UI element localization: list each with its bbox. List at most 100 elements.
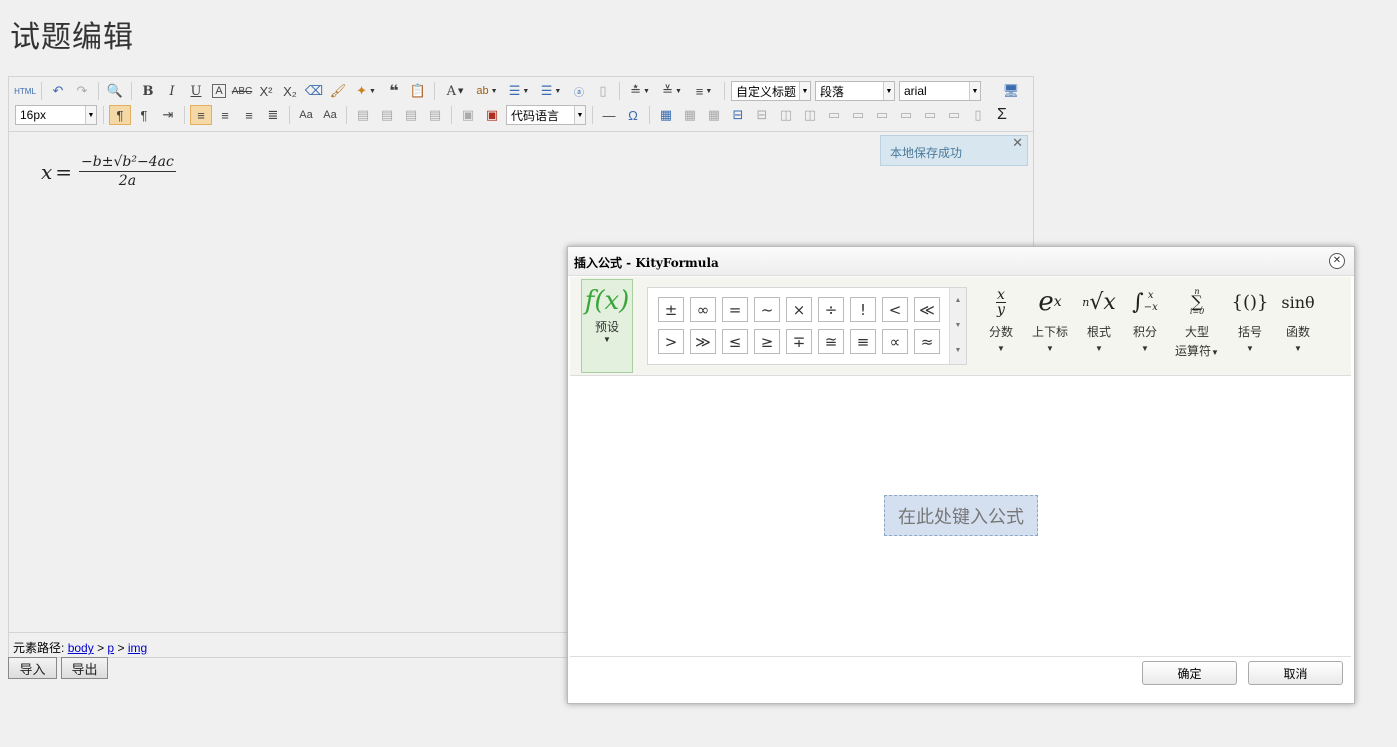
image-none-icon[interactable]: ▤: [352, 105, 374, 125]
script-category[interactable]: ex 上下标 ▼: [1027, 285, 1073, 353]
font-border-icon[interactable]: A: [212, 84, 226, 98]
font-size-select[interactable]: 16px ▼: [15, 105, 97, 125]
auto-typeset-icon[interactable]: ✦ ▼: [351, 81, 381, 101]
symbol-button[interactable]: !: [850, 297, 876, 322]
simple-image-icon[interactable]: ▣: [457, 105, 479, 125]
delete-col-icon[interactable]: ◫: [799, 105, 821, 125]
merge-right-icon[interactable]: ▭: [847, 105, 869, 125]
unordered-list-icon[interactable]: ☰ ▼: [536, 81, 566, 101]
formula-sigma-icon[interactable]: Σ: [991, 105, 1013, 125]
symbol-button[interactable]: ≡: [850, 329, 876, 354]
insert-table-icon[interactable]: ▦: [655, 105, 677, 125]
symbol-button[interactable]: ≈: [914, 329, 940, 354]
import-button[interactable]: 导入: [8, 657, 57, 679]
code-language-select[interactable]: 代码语言 ▼: [506, 105, 586, 125]
symbol-button[interactable]: =: [722, 297, 748, 322]
ok-button[interactable]: 确定: [1142, 661, 1237, 685]
symbol-button[interactable]: ≫: [690, 329, 716, 354]
align-center-icon[interactable]: ≡: [214, 105, 236, 125]
html-source-button[interactable]: HTML: [14, 81, 36, 101]
close-icon[interactable]: ✕: [1012, 135, 1023, 151]
row-spacing-bottom-icon[interactable]: ≚ ▼: [657, 81, 687, 101]
radical-category[interactable]: n √x 根式 ▼: [1076, 285, 1122, 354]
eraser-icon[interactable]: ⌫: [303, 81, 325, 101]
image-center-icon[interactable]: ▤: [424, 105, 446, 125]
symbol-button[interactable]: ∞: [690, 297, 716, 322]
cancel-button[interactable]: 取消: [1248, 661, 1343, 685]
integral-category[interactable]: ∫ x −x 积分 ▼: [1122, 285, 1168, 354]
align-justify-icon[interactable]: ≣: [262, 105, 284, 125]
find-replace-icon[interactable]: 🔍: [104, 81, 126, 101]
symbol-button[interactable]: ∓: [786, 329, 812, 354]
formula-image[interactable]: x = −b±√b²−4ac 2a: [41, 154, 176, 189]
align-left-icon[interactable]: ≡: [190, 105, 212, 125]
symbol-button[interactable]: ÷: [818, 297, 844, 322]
symbol-button[interactable]: ~: [754, 297, 780, 322]
insert-row-icon[interactable]: ⊟: [727, 105, 749, 125]
export-button[interactable]: 导出: [61, 657, 108, 679]
symbol-button[interactable]: ±: [658, 297, 684, 322]
path-link-body[interactable]: body: [68, 641, 94, 655]
undo-icon[interactable]: ↶: [47, 81, 69, 101]
rtl-direction-icon[interactable]: ¶: [133, 105, 155, 125]
horizontal-rule-icon[interactable]: —: [598, 105, 620, 125]
fullscreen-icon[interactable]: 🖥: [1000, 81, 1022, 101]
split-rows-icon[interactable]: ▭: [919, 105, 941, 125]
scroll-more-icon[interactable]: ▼: [950, 338, 966, 363]
close-icon[interactable]: ✕: [1329, 253, 1345, 269]
delete-row-icon[interactable]: ⊟: [751, 105, 773, 125]
line-height-icon[interactable]: ≡ ▼: [689, 81, 719, 101]
align-right-icon[interactable]: ≡: [238, 105, 260, 125]
symbol-button[interactable]: ≅: [818, 329, 844, 354]
paragraph-select[interactable]: 段落 ▼: [815, 81, 895, 101]
image-left-icon[interactable]: ▤: [376, 105, 398, 125]
indent-icon[interactable]: ⇥: [157, 105, 179, 125]
preset-button[interactable]: f(x) 预设 ▼: [581, 279, 633, 373]
custom-heading-select[interactable]: 自定义标题 ▼: [731, 81, 811, 101]
row-spacing-top-icon[interactable]: ≛ ▼: [625, 81, 655, 101]
path-link-p[interactable]: p: [107, 641, 114, 655]
strikethrough-icon[interactable]: ABC: [231, 81, 253, 101]
clear-doc-icon[interactable]: ▯: [592, 81, 614, 101]
font-color-icon[interactable]: A ▼: [440, 81, 470, 101]
paste-plain-icon[interactable]: 📋: [407, 81, 429, 101]
formula-edit-area[interactable]: 在此处键入公式: [570, 377, 1351, 657]
symbol-button[interactable]: ∝: [882, 329, 908, 354]
subscript-icon[interactable]: X₂: [279, 81, 301, 101]
highlight-color-icon[interactable]: ab ▼: [472, 81, 502, 101]
insert-paragraph-before-table-icon[interactable]: ▦: [703, 105, 725, 125]
symbol-button[interactable]: >: [658, 329, 684, 354]
large-operator-category[interactable]: n ∑ i=0 大型 运算符▼: [1172, 285, 1222, 359]
select-all-icon[interactable]: ⓐ: [568, 81, 590, 101]
path-link-img[interactable]: img: [128, 641, 147, 655]
symbol-button[interactable]: ≥: [754, 329, 780, 354]
ordered-list-icon[interactable]: ☰ ▼: [504, 81, 534, 101]
bracket-category[interactable]: {()} 括号 ▼: [1227, 285, 1273, 354]
symbol-button[interactable]: ≪: [914, 297, 940, 322]
scroll-down-icon[interactable]: ▼: [950, 313, 966, 338]
insert-image-icon[interactable]: ▣: [481, 105, 503, 125]
italic-icon[interactable]: I: [161, 81, 183, 101]
symbol-button[interactable]: <: [882, 297, 908, 322]
image-right-icon[interactable]: ▤: [400, 105, 422, 125]
delete-table-icon[interactable]: ▦: [679, 105, 701, 125]
special-chars-icon[interactable]: Ω: [622, 105, 644, 125]
format-painter-icon[interactable]: 🖌: [327, 81, 349, 101]
split-cells-icon[interactable]: ▭: [895, 105, 917, 125]
symbol-button[interactable]: ×: [786, 297, 812, 322]
ltr-direction-icon[interactable]: ¶: [109, 105, 131, 125]
underline-icon[interactable]: U: [185, 81, 207, 101]
formula-input-placeholder[interactable]: 在此处键入公式: [884, 495, 1038, 536]
redo-icon[interactable]: ↷: [71, 81, 93, 101]
table-style-icon[interactable]: ▯: [967, 105, 989, 125]
symbol-button[interactable]: ≤: [722, 329, 748, 354]
font-family-select[interactable]: arial ▼: [899, 81, 981, 101]
lowercase-icon[interactable]: Aa: [319, 105, 341, 125]
function-category[interactable]: sinθ 函数 ▼: [1275, 285, 1321, 354]
bold-icon[interactable]: B: [137, 81, 159, 101]
uppercase-icon[interactable]: Aa: [295, 105, 317, 125]
superscript-icon[interactable]: X²: [255, 81, 277, 101]
symbol-scrollbar[interactable]: ▲ ▼ ▼: [949, 288, 966, 364]
merge-cells-icon[interactable]: ▭: [823, 105, 845, 125]
merge-down-icon[interactable]: ▭: [871, 105, 893, 125]
